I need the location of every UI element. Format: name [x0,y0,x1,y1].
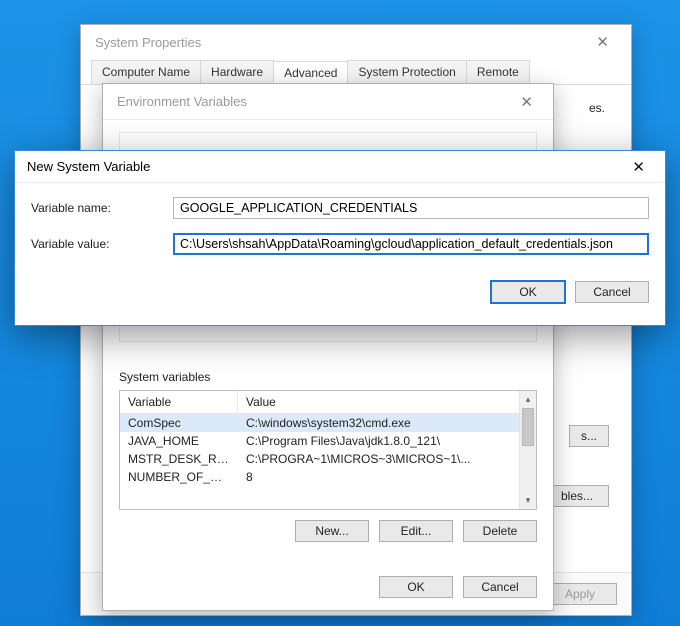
scroll-down-icon[interactable]: ▾ [520,492,536,509]
tab-hardware[interactable]: Hardware [200,60,274,84]
table-row[interactable]: MSTR_DESK_RE... C:\PROGRA~1\MICROS~3\MIC… [120,450,536,468]
edit-button[interactable]: Edit... [379,520,453,542]
env-variables-button[interactable]: bles... [545,485,609,507]
cell-value: C:\PROGRA~1\MICROS~3\MICROS~1\... [238,450,536,468]
scroll-thumb[interactable] [522,408,534,446]
list-header: Variable Value [120,391,536,414]
cell-value: 8 [238,468,536,486]
envvar-title: Environment Variables [117,94,247,109]
variable-value-field: Variable value: [31,233,649,255]
sysprop-title: System Properties [95,35,201,50]
variable-name-label: Variable name: [31,201,161,215]
variable-name-input[interactable] [173,197,649,219]
table-row[interactable]: JAVA_HOME C:\Program Files\Java\jdk1.8.0… [120,432,536,450]
newvar-cancel-button[interactable]: Cancel [575,281,649,303]
tab-remote[interactable]: Remote [466,60,530,84]
variable-value-input[interactable] [173,233,649,255]
newvar-ok-button[interactable]: OK [491,281,565,303]
cell-variable: ComSpec [120,414,238,432]
sysprop-apply-button: Apply [543,583,617,605]
hint-text-tail: es. [589,101,605,115]
newvar-body: Variable name: Variable value: [15,183,665,281]
newvar-title: New System Variable [27,159,150,174]
scrollbar[interactable]: ▴ ▾ [519,391,536,509]
envvar-ok-button[interactable]: OK [379,576,453,598]
envvar-footer: OK Cancel [103,564,553,610]
delete-button[interactable]: Delete [463,520,537,542]
envvar-titlebar[interactable]: Environment Variables ✕ [103,84,553,120]
system-variables-label: System variables [119,370,537,384]
close-icon[interactable]: ✕ [586,29,619,55]
system-variables-buttons: New... Edit... Delete [119,520,537,542]
table-row[interactable]: ComSpec C:\windows\system32\cmd.exe [120,414,536,432]
cell-variable: MSTR_DESK_RE... [120,450,238,468]
sysprop-tabs: Computer Name Hardware Advanced System P… [81,59,631,85]
table-row[interactable]: NUMBER_OF_PR... 8 [120,468,536,486]
close-icon[interactable]: ✕ [622,154,655,180]
variable-name-field: Variable name: [31,197,649,219]
header-value[interactable]: Value [238,391,536,413]
variable-value-label: Variable value: [31,237,161,251]
new-system-variable-dialog: New System Variable ✕ Variable name: Var… [14,150,666,326]
header-variable[interactable]: Variable [120,391,238,413]
cell-variable: JAVA_HOME [120,432,238,450]
cell-value: C:\windows\system32\cmd.exe [238,414,536,432]
sysprop-titlebar[interactable]: System Properties ✕ [81,25,631,59]
tab-system-protection[interactable]: System Protection [347,60,466,84]
cell-variable: NUMBER_OF_PR... [120,468,238,486]
close-icon[interactable]: ✕ [510,89,543,115]
newvar-titlebar[interactable]: New System Variable ✕ [15,151,665,183]
cell-value: C:\Program Files\Java\jdk1.8.0_121\ [238,432,536,450]
newvar-footer: OK Cancel [15,281,665,315]
tab-advanced[interactable]: Advanced [273,61,348,85]
system-variables-list[interactable]: Variable Value ComSpec C:\windows\system… [119,390,537,510]
scroll-up-icon[interactable]: ▴ [520,391,536,408]
envvar-cancel-button[interactable]: Cancel [463,576,537,598]
new-button[interactable]: New... [295,520,369,542]
tab-computer-name[interactable]: Computer Name [91,60,201,84]
settings-button-a[interactable]: s... [569,425,609,447]
